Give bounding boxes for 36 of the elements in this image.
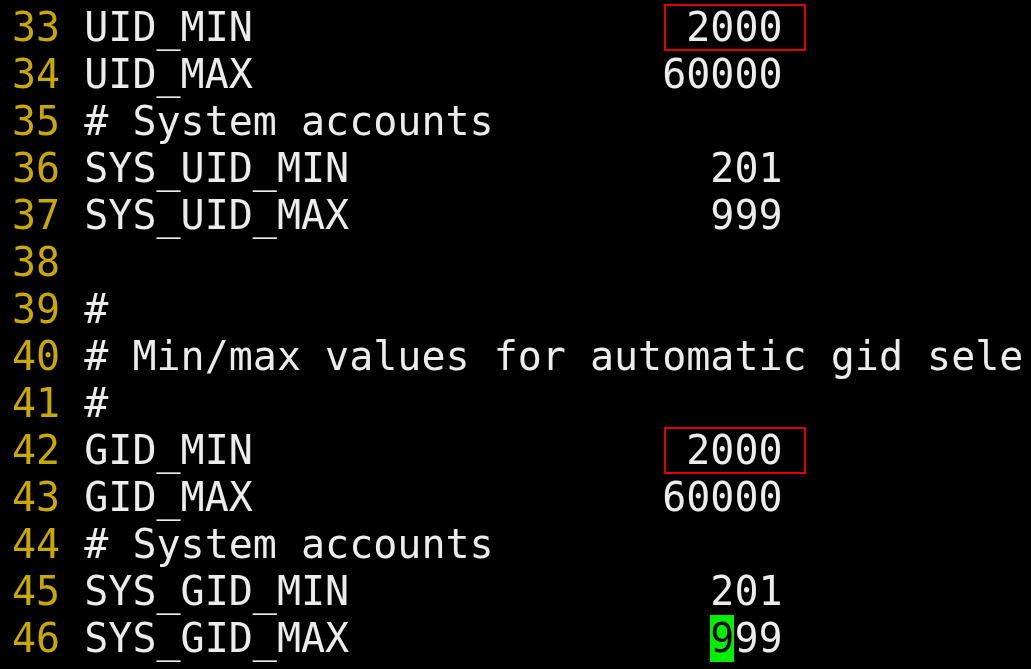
value-text: 2000 xyxy=(686,4,783,51)
line-number: 44 xyxy=(12,521,62,568)
code-text: SYS_GID_MIN xyxy=(84,568,351,615)
code-text: SYS_GID_MAX xyxy=(84,615,351,662)
line-number: 39 xyxy=(12,286,62,333)
value-text: 201 xyxy=(710,568,783,615)
code-text: # xyxy=(84,380,109,427)
line-number: 46 xyxy=(12,615,62,662)
value-text: 2000 xyxy=(686,427,783,474)
code-text: SYS_UID_MAX xyxy=(84,192,351,239)
line-number: 36 xyxy=(12,145,62,192)
code-text: SYS_UID_MIN xyxy=(84,145,351,192)
code-text: GID_MIN xyxy=(84,427,254,474)
cursor: 9 xyxy=(710,615,735,662)
code-text: # System accounts xyxy=(84,521,494,568)
line-number: 38 xyxy=(12,239,62,286)
line-number: 41 xyxy=(12,380,62,427)
value-text: 99 xyxy=(734,615,783,662)
code-text: GID_MAX xyxy=(84,474,254,521)
value-text: 999 xyxy=(710,192,783,239)
value-text: 60000 xyxy=(662,474,783,521)
code-text: UID_MIN xyxy=(84,4,254,51)
code-text: # xyxy=(84,286,109,333)
line-number: 40 xyxy=(12,333,62,380)
code-text: # System accounts xyxy=(84,98,494,145)
line-number: 33 xyxy=(12,4,62,51)
line-number: 34 xyxy=(12,51,62,98)
line-number: 37 xyxy=(12,192,62,239)
value-text: 201 xyxy=(710,145,783,192)
line-number: 42 xyxy=(12,427,62,474)
line-number: 35 xyxy=(12,98,62,145)
line-number: 45 xyxy=(12,568,62,615)
value-text: 60000 xyxy=(662,51,783,98)
code-text: # Min/max values for automatic gid sele xyxy=(84,333,1024,380)
code-text: UID_MAX xyxy=(84,51,254,98)
line-number: 43 xyxy=(12,474,62,521)
